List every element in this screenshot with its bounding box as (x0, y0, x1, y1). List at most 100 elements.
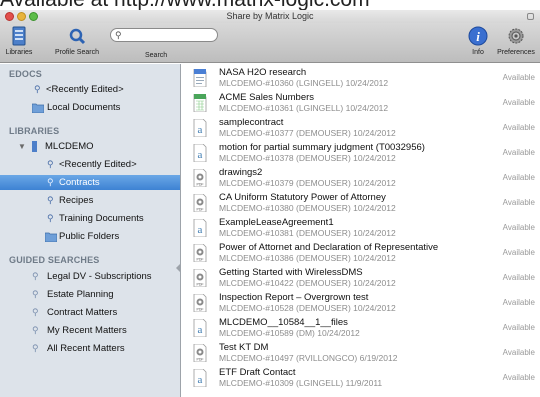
document-title: Power of Attornet and Declaration of Rep… (219, 242, 439, 253)
pdf-icon: PDF (193, 244, 207, 262)
document-row[interactable]: PDF drawings2 MLCDEMO-#10379 (DEMOUSER) 10… (182, 166, 540, 192)
minimize-window-button[interactable] (17, 12, 26, 21)
document-status: Available (502, 173, 535, 182)
sidebar-item-guided-search[interactable]: ⚲ Legal DV - Subscriptions (0, 269, 180, 284)
guided-searches-header: GUIDED SEARCHES (9, 255, 100, 265)
info-label: Info (472, 49, 484, 56)
magnifier-icon (69, 28, 86, 45)
profile-search-button[interactable]: Profile Search (52, 25, 102, 56)
svg-text:a: a (198, 149, 203, 161)
svg-text:PDF: PDF (197, 358, 204, 362)
word-doc-icon (193, 69, 207, 87)
document-title: drawings2 (219, 167, 263, 178)
toolbar: Libraries Profile Search ⚲ Search i Info (0, 23, 540, 63)
search-icon: ⚲ (47, 159, 54, 169)
document-row[interactable]: a motion for partial summary judgment (T0… (182, 141, 540, 167)
sidebar-item-guided-search[interactable]: ⚲ Estate Planning (0, 287, 180, 302)
info-button[interactable]: i Info (466, 25, 490, 56)
sidebar-item-mlcdemo[interactable]: ▼ MLCDEMO (0, 139, 180, 154)
svg-text:PDF: PDF (197, 283, 204, 287)
document-row[interactable]: a samplecontract MLCDEMO-#10377 (DEMOUSER)… (182, 116, 540, 142)
search-label: Search (145, 52, 168, 59)
guided-search-icon: ⚲ (32, 271, 39, 281)
toolbar-toggle-button[interactable] (527, 13, 534, 20)
folder-icon (45, 232, 57, 242)
document-row[interactable]: PDF Inspection Report – Overgrown test MLC… (182, 291, 540, 317)
document-title: NASA H2O research (219, 67, 307, 78)
document-title: MLCDEMO__10584__1__files (219, 317, 348, 328)
sidebar-item-training-documents[interactable]: ⚲ Training Documents (0, 211, 180, 226)
guided-search-icon: ⚲ (32, 289, 39, 299)
document-title: Test KT DM (219, 342, 269, 353)
document-row[interactable]: NASA H2O research MLCDEMO-#10360 (LGINGEL… (182, 66, 540, 92)
document-meta: MLCDEMO-#10381 (DEMOUSER) 10/24/2012 (219, 228, 396, 238)
document-row[interactable]: a MLCDEMO__10584__1__files MLCDEMO-#10589 … (182, 316, 540, 342)
sidebar-item-library-recent[interactable]: ⚲ <Recently Edited> (0, 157, 180, 172)
sidebar-item-public-folders[interactable]: Public Folders (0, 229, 180, 244)
info-icon: i (468, 26, 488, 46)
search-icon: ⚲ (47, 195, 54, 205)
sidebar-item-local-documents[interactable]: Local Documents (0, 100, 180, 115)
sidebar: EDOCS ⚲ <Recently Edited> Local Document… (0, 64, 181, 397)
document-status: Available (502, 248, 535, 257)
zoom-window-button[interactable] (29, 12, 38, 21)
document-row[interactable]: a ExampleLeaseAgreement1 MLCDEMO-#10381 (D… (182, 216, 540, 242)
document-status: Available (502, 373, 535, 382)
app-window: Share by Matrix Logic Libraries Profile … (0, 10, 540, 397)
document-meta: MLCDEMO-#10386 (DEMOUSER) 10/24/2012 (219, 253, 396, 263)
document-row[interactable]: PDF Getting Started with WirelessDMS MLCDE… (182, 266, 540, 292)
folder-icon (32, 103, 44, 113)
document-row[interactable]: PDF CA Uniform Statutory Power of Attorne… (182, 191, 540, 217)
text-doc-icon: a (193, 119, 207, 137)
svg-text:a: a (198, 224, 203, 236)
guided-search-icon: ⚲ (32, 307, 39, 317)
svg-text:PDF: PDF (197, 183, 204, 187)
svg-text:PDF: PDF (197, 258, 204, 262)
search-input[interactable] (125, 30, 213, 41)
document-title: ExampleLeaseAgreement1 (219, 217, 334, 228)
document-title: Inspection Report – Overgrown test (219, 292, 369, 303)
sidebar-item-recipes[interactable]: ⚲ Recipes (0, 193, 180, 208)
document-status: Available (502, 223, 535, 232)
document-status: Available (502, 148, 535, 157)
sidebar-item-edocs-recent[interactable]: ⚲ <Recently Edited> (0, 82, 180, 97)
document-title: samplecontract (219, 117, 284, 128)
document-meta: MLCDEMO-#10360 (LGINGELL) 10/24/2012 (219, 78, 389, 88)
document-meta: MLCDEMO-#10380 (DEMOUSER) 10/24/2012 (219, 203, 396, 213)
disclosure-triangle-icon[interactable]: ▼ (18, 139, 26, 154)
close-window-button[interactable] (5, 12, 14, 21)
document-row[interactable]: ACME Sales Numbers MLCDEMO-#10361 (LGINGE… (182, 91, 540, 117)
document-meta: MLCDEMO-#10378 (DEMOUSER) 10/24/2012 (219, 153, 396, 163)
document-status: Available (502, 98, 535, 107)
svg-text:a: a (198, 374, 203, 386)
splitter-handle[interactable] (176, 264, 180, 272)
library-icon (32, 141, 37, 152)
text-doc-icon: a (193, 219, 207, 237)
document-row[interactable]: PDF Test KT DM MLCDEMO-#10497 (RVILLONGCO)… (182, 341, 540, 367)
document-row[interactable]: a ETF Draft Contact MLCDEMO-#10309 (LGINGE… (182, 366, 540, 392)
pdf-icon: PDF (193, 269, 207, 287)
sidebar-item-guided-search[interactable]: ⚲ My Recent Matters (0, 323, 180, 338)
document-meta: MLCDEMO-#10528 (DEMOUSER) 10/24/2012 (219, 303, 396, 313)
libraries-label: Libraries (5, 49, 33, 56)
sidebar-item-contracts[interactable]: ⚲ Contracts (0, 175, 180, 190)
document-row[interactable]: PDF Power of Attornet and Declaration of … (182, 241, 540, 267)
svg-text:a: a (198, 124, 203, 136)
search-icon: ⚲ (47, 177, 54, 187)
pdf-icon: PDF (193, 169, 207, 187)
svg-text:i: i (476, 29, 480, 44)
preferences-button[interactable]: Preferences (493, 25, 539, 56)
libraries-icon (12, 26, 26, 46)
pdf-icon: PDF (193, 344, 207, 362)
sidebar-item-guided-search[interactable]: ⚲ All Recent Matters (0, 341, 180, 356)
sidebar-item-guided-search[interactable]: ⚲ Contract Matters (0, 305, 180, 320)
guided-search-icon: ⚲ (32, 325, 39, 335)
search-field[interactable]: ⚲ (110, 28, 218, 42)
document-meta: MLCDEMO-#10589 (DM) 10/24/2012 (219, 328, 360, 338)
libraries-button[interactable]: Libraries (4, 25, 34, 56)
window-title: Share by Matrix Logic (226, 11, 314, 21)
document-meta: MLCDEMO-#10422 (DEMOUSER) 10/24/2012 (219, 278, 396, 288)
gear-icon (508, 28, 524, 44)
title-bar: Share by Matrix Logic (0, 10, 540, 23)
document-status: Available (502, 123, 535, 132)
